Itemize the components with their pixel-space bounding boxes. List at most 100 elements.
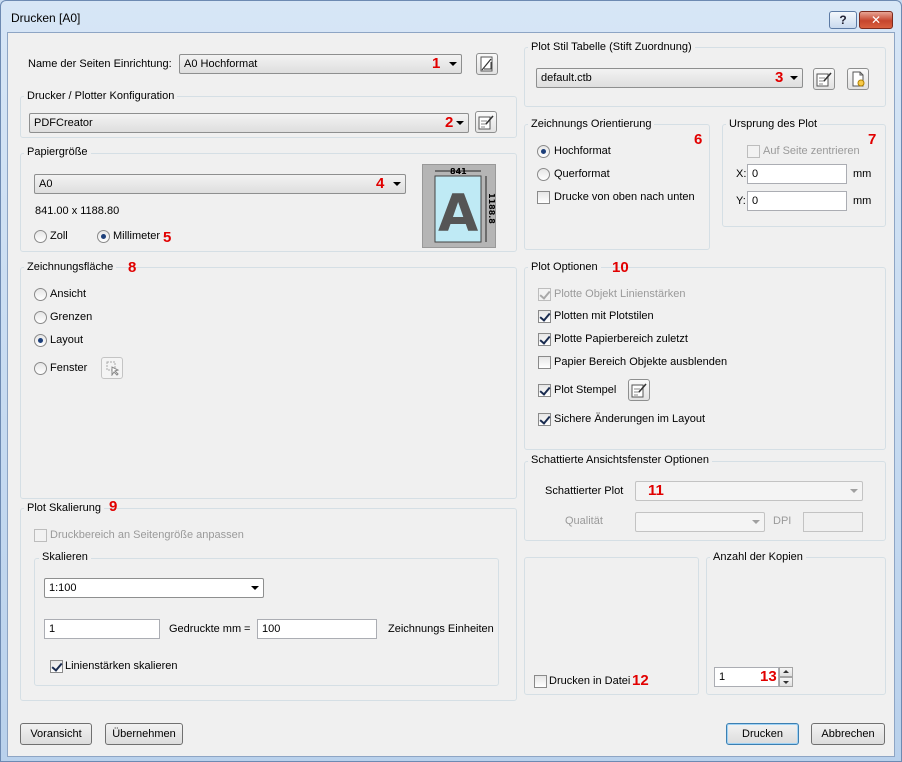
plot-with-styles-checkbox[interactable] <box>538 310 551 323</box>
unit-inches-label[interactable]: Zoll <box>50 230 68 242</box>
upside-down-label[interactable]: Drucke von oben nach unten <box>554 191 695 203</box>
scale-lineweights-label[interactable]: Linienstärken skalieren <box>65 660 178 672</box>
printer-combo[interactable]: PDFCreator <box>29 113 469 133</box>
page-setup-import-button[interactable] <box>476 53 498 75</box>
drawing-units-label: Zeichnungs Einheiten <box>388 623 494 635</box>
plot-stamp-label[interactable]: Plot Stempel <box>554 384 616 396</box>
paper-size-value: A0 <box>39 178 53 190</box>
save-changes-layout-label[interactable]: Sichere Änderungen im Layout <box>554 413 705 425</box>
marker-8: 8 <box>128 259 137 276</box>
chevron-down-icon <box>449 62 457 66</box>
plot-area-group-title: Zeichnungsfläche <box>24 261 117 273</box>
plot-object-lineweights-label[interactable]: Plotte Objekt Linienstärken <box>554 288 685 300</box>
paper-dimensions: 841.00 x 1188.80 <box>35 205 120 217</box>
plot-style-new-button[interactable] <box>847 68 869 90</box>
plot-to-file-checkbox[interactable] <box>534 675 547 688</box>
printed-mm-input[interactable]: 1 <box>44 619 160 639</box>
orientation-group-title: Zeichnungs Orientierung <box>528 118 655 130</box>
edit-properties-icon <box>816 72 832 87</box>
dpi-input[interactable] <box>803 512 863 532</box>
plot-object-lineweights-checkbox[interactable] <box>538 288 551 301</box>
printed-mm-label: Gedruckte mm <box>169 623 242 635</box>
plot-style-edit-button[interactable] <box>813 68 835 90</box>
drawing-units-input[interactable]: 100 <box>257 619 377 639</box>
marker-12: 12 <box>632 672 649 689</box>
printer-group-title: Drucker / Plotter Konfiguration <box>24 90 178 102</box>
scale-combo[interactable]: 1:100 <box>44 578 264 598</box>
shaded-plot-combo[interactable] <box>635 481 863 501</box>
edit-properties-icon <box>478 115 494 130</box>
print-dialog-window: Drucken [A0] ? ✕ Name der Seiten Einrich… <box>0 0 902 762</box>
chevron-down-icon <box>456 121 464 125</box>
pick-window-icon <box>106 361 120 376</box>
window-title: Drucken [A0] <box>11 11 81 25</box>
marker-11: 11 <box>648 482 664 499</box>
upside-down-checkbox[interactable] <box>537 191 550 204</box>
apply-button[interactable]: Übernehmen <box>105 723 183 745</box>
center-plot-label[interactable]: Auf Seite zentrieren <box>763 145 860 157</box>
orientation-landscape-radio[interactable] <box>537 168 550 181</box>
plot-style-group-title: Plot Stil Tabelle (Stift Zuordnung) <box>528 41 695 53</box>
plot-area-view-label[interactable]: Ansicht <box>50 288 86 300</box>
scale-value: 1:100 <box>49 582 77 594</box>
print-button[interactable]: Drucken <box>726 723 799 745</box>
plot-area-extents-view-radio[interactable] <box>34 288 47 301</box>
plot-options-group-title: Plot Optionen <box>528 261 601 273</box>
plot-stamp-checkbox[interactable] <box>538 384 551 397</box>
select-window-button[interactable] <box>101 357 123 379</box>
scale-subgroup-title: Skalieren <box>39 551 91 563</box>
edit-properties-icon <box>631 383 647 398</box>
spinner-down-icon[interactable] <box>779 677 793 687</box>
preview-button[interactable]: Voransicht <box>20 723 92 745</box>
printer-properties-button[interactable] <box>475 111 497 133</box>
plot-paperspace-last-checkbox[interactable] <box>538 333 551 346</box>
plot-paperspace-last-label[interactable]: Plotte Papierbereich zuletzt <box>554 333 688 345</box>
paper-size-combo[interactable]: A0 <box>34 174 406 194</box>
spinner-up-icon[interactable] <box>779 667 793 677</box>
marker-4: 4 <box>376 175 385 192</box>
cancel-button[interactable]: Abbrechen <box>811 723 885 745</box>
save-changes-layout-checkbox[interactable] <box>538 413 551 426</box>
offset-x-input[interactable]: 0 <box>747 164 847 184</box>
offset-y-input[interactable]: 0 <box>747 191 847 211</box>
marker-1: 1 <box>432 55 441 72</box>
offset-y-unit: mm <box>853 195 872 207</box>
orientation-portrait-radio[interactable] <box>537 145 550 158</box>
plot-offset-group-title: Ursprung des Plot <box>726 118 821 130</box>
orientation-portrait-label[interactable]: Hochformat <box>554 145 611 157</box>
quality-combo[interactable] <box>635 512 765 532</box>
offset-x-unit: mm <box>853 168 872 180</box>
title-bar[interactable]: Drucken [A0] ? ✕ <box>1 1 901 31</box>
fit-to-paper-checkbox[interactable] <box>34 529 47 542</box>
copies-spinner[interactable] <box>779 667 793 687</box>
fit-to-paper-label[interactable]: Druckbereich an Seitengröße anpassen <box>50 529 244 541</box>
plot-with-styles-label[interactable]: Plotten mit Plotstilen <box>554 310 654 322</box>
plot-area-window-label[interactable]: Fenster <box>50 362 87 374</box>
chevron-down-icon <box>790 76 798 80</box>
center-plot-checkbox[interactable] <box>747 145 760 158</box>
plot-area-limits-radio[interactable] <box>34 311 47 324</box>
help-button[interactable]: ? <box>829 11 857 29</box>
plot-stamp-settings-button[interactable] <box>628 379 650 401</box>
marker-6: 6 <box>694 131 703 148</box>
plot-area-layout-label[interactable]: Layout <box>50 334 83 346</box>
page-setup-value: A0 Hochformat <box>184 58 258 70</box>
unit-inches-radio[interactable] <box>34 230 47 243</box>
orientation-landscape-label[interactable]: Querformat <box>554 168 610 180</box>
hide-paperspace-objects-label[interactable]: Papier Bereich Objekte ausblenden <box>554 356 727 368</box>
hide-paperspace-objects-checkbox[interactable] <box>538 356 551 369</box>
scale-lineweights-checkbox[interactable] <box>50 660 63 673</box>
preview-letter: A <box>438 184 478 244</box>
plot-area-limits-label[interactable]: Grenzen <box>50 311 92 323</box>
unit-mm-label[interactable]: Millimeter <box>113 230 160 242</box>
unit-mm-radio[interactable] <box>97 230 110 243</box>
plot-area-layout-radio[interactable] <box>34 334 47 347</box>
chevron-down-icon <box>393 182 401 186</box>
plot-area-window-radio[interactable] <box>34 362 47 375</box>
close-button[interactable]: ✕ <box>859 11 893 29</box>
offset-x-label: X: <box>736 168 747 180</box>
plot-to-file-label[interactable]: Drucken in Datei <box>549 675 630 687</box>
page-setup-combo[interactable]: A0 Hochformat <box>179 54 462 74</box>
chevron-down-icon <box>850 489 858 493</box>
plot-style-combo[interactable]: default.ctb <box>536 68 803 88</box>
